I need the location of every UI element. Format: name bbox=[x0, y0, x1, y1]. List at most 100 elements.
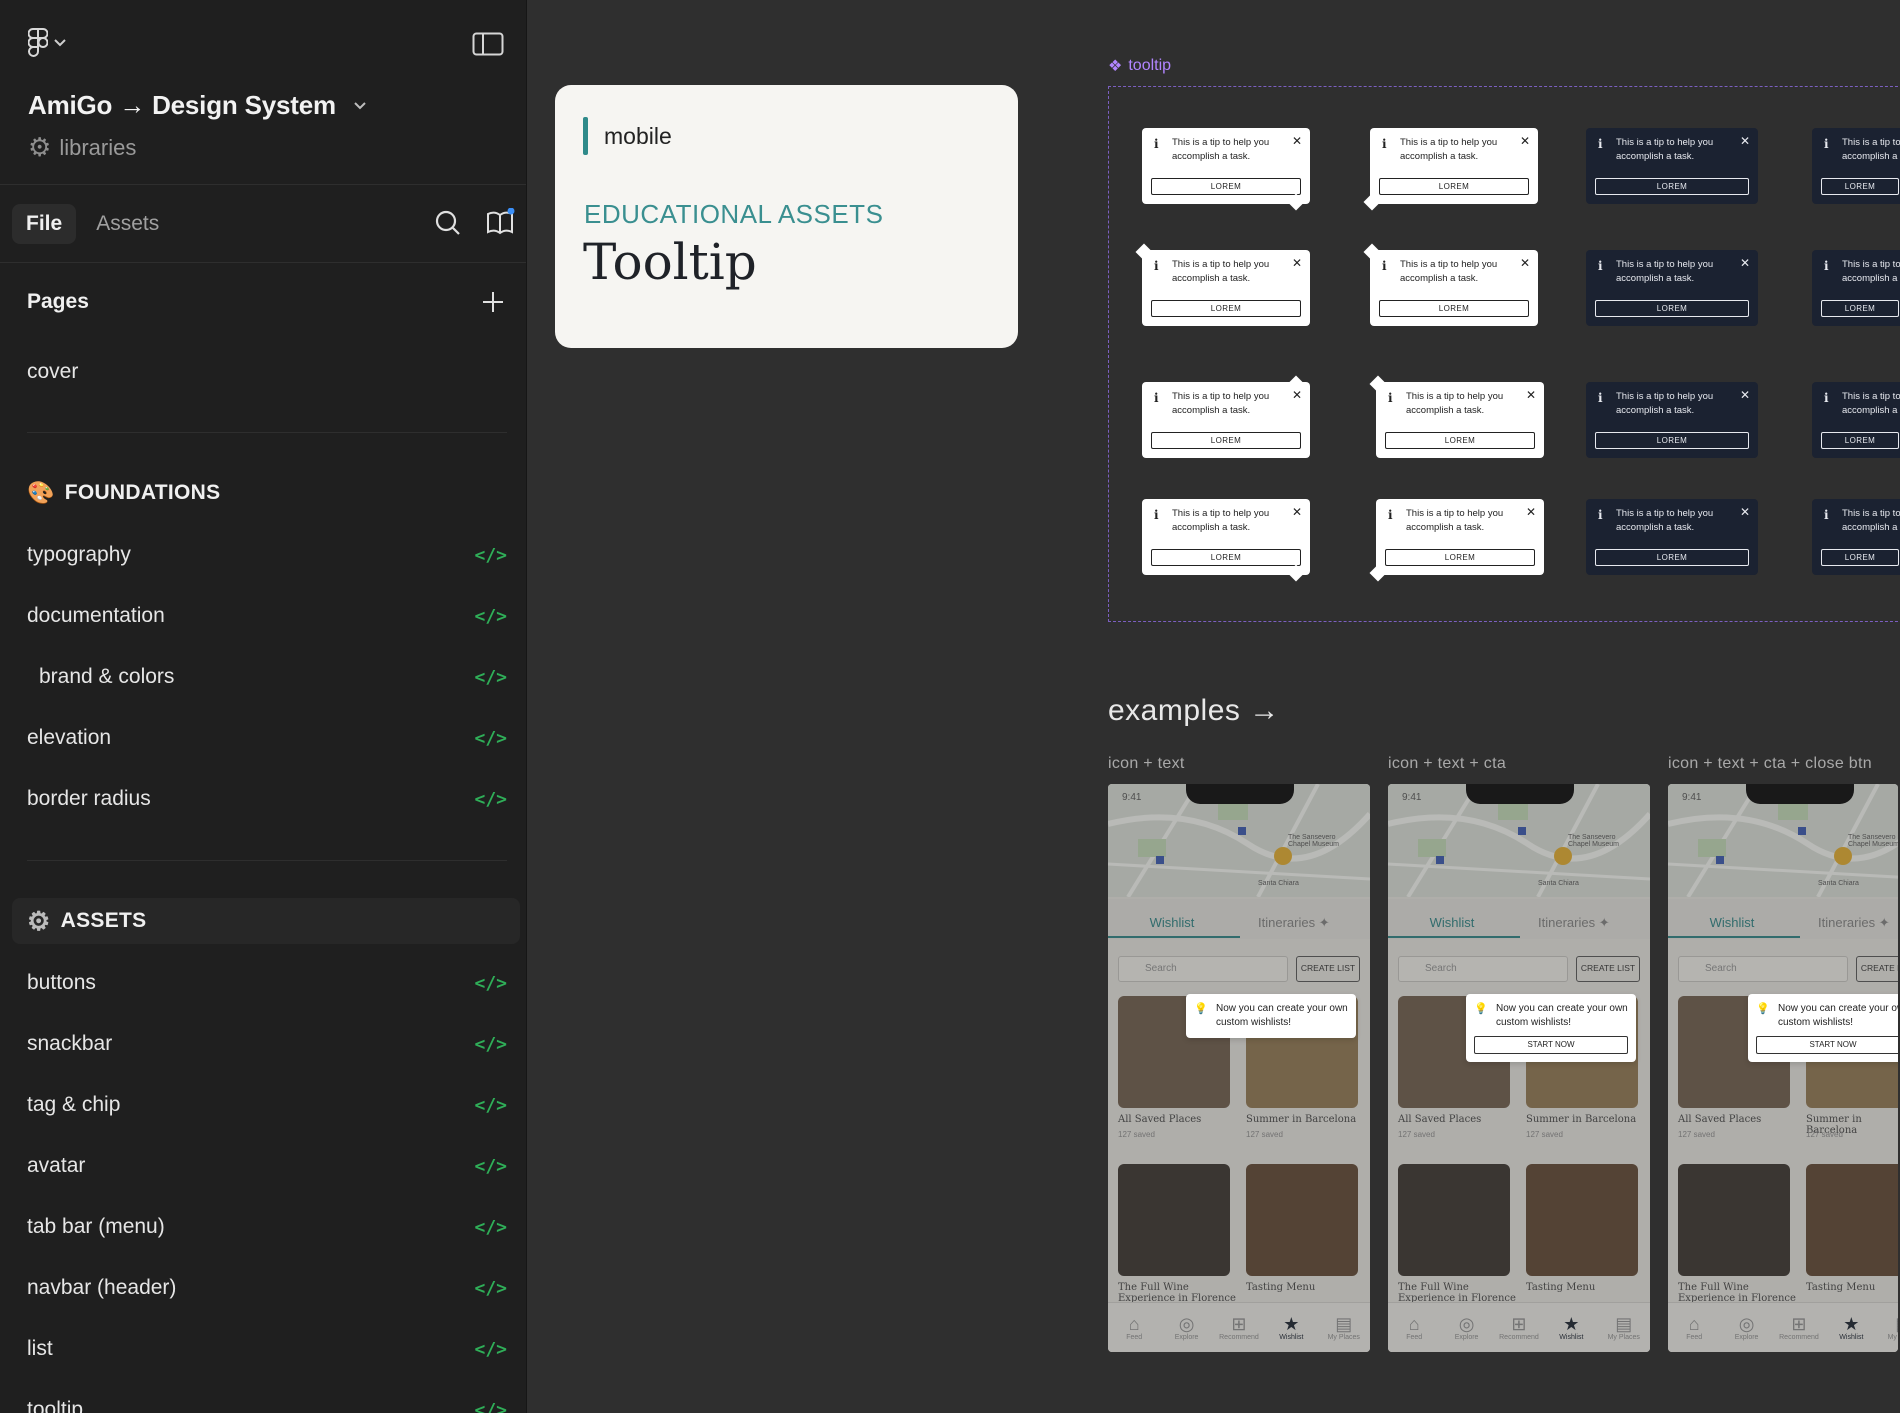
cover-frame[interactable]: mobile EDUCATIONAL ASSETS Tooltip bbox=[555, 85, 1018, 348]
example-phone[interactable]: 9:41 The Sansevero Chapel Museum Santa C… bbox=[1388, 784, 1650, 1352]
page-item-buttons[interactable]: buttons </> bbox=[27, 963, 507, 1003]
tooltip-variant[interactable]: i This is a tip to help you accomplish a … bbox=[1369, 375, 1544, 458]
page-item-elevation[interactable]: elevation </> bbox=[27, 718, 507, 758]
close-icon[interactable]: ✕ bbox=[1292, 505, 1302, 519]
page-item-typography[interactable]: typography </> bbox=[27, 535, 507, 575]
tab-bar-item[interactable]: ★ Wishlist bbox=[1269, 1314, 1313, 1341]
close-icon[interactable]: ✕ bbox=[1740, 256, 1750, 270]
example-phone[interactable]: 9:41 The Sansevero Chapel Museum Santa C… bbox=[1668, 784, 1898, 1352]
tooltip-cta-button[interactable]: LOREM bbox=[1821, 549, 1899, 566]
libraries-link[interactable]: ⚙ libraries bbox=[28, 132, 136, 163]
tooltip-cta-button[interactable]: LOREM bbox=[1821, 432, 1899, 449]
close-icon[interactable]: ✕ bbox=[1520, 134, 1530, 148]
page-item-brand-colors[interactable]: brand & colors </> bbox=[27, 657, 507, 697]
tab-assets[interactable]: Assets bbox=[82, 204, 173, 244]
close-icon[interactable]: ✕ bbox=[1740, 134, 1750, 148]
page-item-avatar[interactable]: avatar </> bbox=[27, 1146, 507, 1186]
tooltip-cta-button[interactable]: LOREM bbox=[1151, 178, 1301, 195]
tab-bar-item[interactable]: ⌂ Feed bbox=[1672, 1314, 1716, 1341]
tooltip-cta-button[interactable]: LOREM bbox=[1821, 178, 1899, 195]
close-icon[interactable]: ✕ bbox=[1526, 388, 1536, 402]
design-canvas[interactable]: mobile EDUCATIONAL ASSETS Tooltip ❖ tool… bbox=[528, 0, 1900, 1413]
close-icon[interactable]: ✕ bbox=[1292, 256, 1302, 270]
search-input[interactable]: Search bbox=[1398, 956, 1568, 982]
main-menu-button[interactable] bbox=[28, 28, 66, 58]
tab-file[interactable]: File bbox=[12, 204, 77, 244]
book-icon[interactable] bbox=[485, 207, 515, 238]
tooltip-popover[interactable]: 💡 Now you can create your own custom wish… bbox=[1466, 994, 1636, 1062]
tab-itineraries[interactable]: Itineraries ✦ bbox=[1818, 915, 1890, 931]
tooltip-cta-button[interactable]: LOREM bbox=[1151, 432, 1301, 449]
page-item-navbar[interactable]: navbar (header) </> bbox=[27, 1268, 507, 1308]
tooltip-variant[interactable]: i This is a tip to help you accomplish a … bbox=[1812, 250, 1900, 326]
tooltip-variant[interactable]: i This is a tip to help you accomplish a … bbox=[1363, 243, 1538, 326]
tab-bar-item[interactable]: ★ Wishlist bbox=[1829, 1314, 1873, 1341]
search-icon[interactable] bbox=[433, 208, 463, 238]
thumb-image[interactable] bbox=[1678, 1164, 1790, 1276]
tooltip-cta-button[interactable]: LOREM bbox=[1595, 300, 1749, 317]
sidebar-toggle-icon[interactable] bbox=[472, 32, 504, 58]
close-icon[interactable]: ✕ bbox=[1740, 388, 1750, 402]
tooltip-variant[interactable]: i This is a tip to help you accomplish a … bbox=[1142, 499, 1310, 582]
tooltip-variant[interactable]: i This is a tip to help you accomplish a … bbox=[1812, 128, 1900, 204]
page-item-documentation[interactable]: documentation </> bbox=[27, 596, 507, 636]
tooltip-cta-button[interactable]: LOREM bbox=[1379, 300, 1529, 317]
tooltip-popover[interactable]: 💡 Now you can create your own custom wish… bbox=[1186, 994, 1356, 1038]
close-icon[interactable]: ✕ bbox=[1526, 505, 1536, 519]
tooltip-variant[interactable]: i This is a tip to help you accomplish a … bbox=[1142, 375, 1310, 458]
start-now-button[interactable]: START NOW bbox=[1756, 1036, 1898, 1054]
tooltip-variant[interactable]: i This is a tip to help you accomplish a … bbox=[1586, 382, 1758, 458]
tab-bar-item[interactable]: ★ Wishlist bbox=[1549, 1314, 1593, 1341]
tooltip-cta-button[interactable]: LOREM bbox=[1821, 300, 1899, 317]
tooltip-variant[interactable]: i This is a tip to help you accomplish a … bbox=[1812, 499, 1900, 575]
tooltip-variant[interactable]: i This is a tip to help you accomplish a … bbox=[1586, 250, 1758, 326]
thumb-image[interactable] bbox=[1398, 1164, 1510, 1276]
tab-bar-item[interactable]: ⊞ Recommend bbox=[1497, 1314, 1541, 1341]
tooltip-cta-button[interactable]: LOREM bbox=[1151, 549, 1301, 566]
plus-icon[interactable] bbox=[479, 288, 507, 316]
close-icon[interactable]: ✕ bbox=[1292, 134, 1302, 148]
tab-bar-item[interactable]: ◎ Explore bbox=[1165, 1314, 1209, 1341]
example-phone[interactable]: 9:41 The Sansevero Chapel Museum Santa C… bbox=[1108, 784, 1370, 1352]
tooltip-cta-button[interactable]: LOREM bbox=[1595, 549, 1749, 566]
tooltip-popover[interactable]: 💡 Now you can create your own custom wish… bbox=[1748, 994, 1898, 1062]
tab-bar-item[interactable]: ⊞ Recommend bbox=[1777, 1314, 1821, 1341]
tab-bar-item[interactable]: ▤My Places bbox=[1322, 1314, 1366, 1341]
page-item-snackbar[interactable]: snackbar </> bbox=[27, 1024, 507, 1064]
thumb-image[interactable] bbox=[1118, 1164, 1230, 1276]
tooltip-variant[interactable]: i This is a tip to help you accomplish a … bbox=[1812, 382, 1900, 458]
search-input[interactable]: Search bbox=[1678, 956, 1848, 982]
section-assets[interactable]: ⚙ ASSETS bbox=[12, 898, 520, 944]
thumb-image[interactable] bbox=[1806, 1164, 1898, 1276]
page-item-tooltip[interactable]: tooltip </> bbox=[27, 1390, 507, 1413]
tooltip-variant[interactable]: i This is a tip to help you accomplish a … bbox=[1369, 499, 1544, 582]
tooltip-cta-button[interactable]: LOREM bbox=[1595, 432, 1749, 449]
create-list-button[interactable]: CREATE LIST bbox=[1856, 956, 1898, 982]
tooltip-cta-button[interactable]: LOREM bbox=[1379, 178, 1529, 195]
search-input[interactable]: Search bbox=[1118, 956, 1288, 982]
tab-bar-item[interactable]: ▤My Places bbox=[1882, 1314, 1898, 1341]
start-now-button[interactable]: START NOW bbox=[1474, 1036, 1628, 1054]
create-list-button[interactable]: CREATE LIST bbox=[1576, 956, 1640, 982]
thumb-image[interactable] bbox=[1246, 1164, 1358, 1276]
page-item-tag-chip[interactable]: tag & chip </> bbox=[27, 1085, 507, 1125]
thumb-image[interactable] bbox=[1526, 1164, 1638, 1276]
tooltip-variant[interactable]: i This is a tip to help you accomplish a … bbox=[1135, 243, 1310, 326]
tab-bar-item[interactable]: ⌂ Feed bbox=[1392, 1314, 1436, 1341]
page-item-tab-bar[interactable]: tab bar (menu) </> bbox=[27, 1207, 507, 1247]
tooltip-variant[interactable]: i This is a tip to help you accomplish a … bbox=[1586, 499, 1758, 575]
tab-wishlist[interactable]: Wishlist bbox=[1128, 915, 1216, 930]
tab-wishlist[interactable]: Wishlist bbox=[1688, 915, 1776, 930]
tooltip-variant[interactable]: i This is a tip to help you accomplish a … bbox=[1586, 128, 1758, 204]
tooltip-cta-button[interactable]: LOREM bbox=[1595, 178, 1749, 195]
tab-itineraries[interactable]: Itineraries ✦ bbox=[1258, 915, 1330, 931]
close-icon[interactable]: ✕ bbox=[1740, 505, 1750, 519]
tooltip-cta-button[interactable]: LOREM bbox=[1385, 432, 1535, 449]
tab-bar-item[interactable]: ⊞ Recommend bbox=[1217, 1314, 1261, 1341]
tab-bar-item[interactable]: ◎ Explore bbox=[1445, 1314, 1489, 1341]
close-icon[interactable]: ✕ bbox=[1520, 256, 1530, 270]
tab-bar-item[interactable]: ⌂ Feed bbox=[1112, 1314, 1156, 1341]
file-title-dropdown[interactable]: AmiGo → Design System bbox=[28, 90, 366, 121]
create-list-button[interactable]: CREATE LIST bbox=[1296, 956, 1360, 982]
tab-wishlist[interactable]: Wishlist bbox=[1408, 915, 1496, 930]
